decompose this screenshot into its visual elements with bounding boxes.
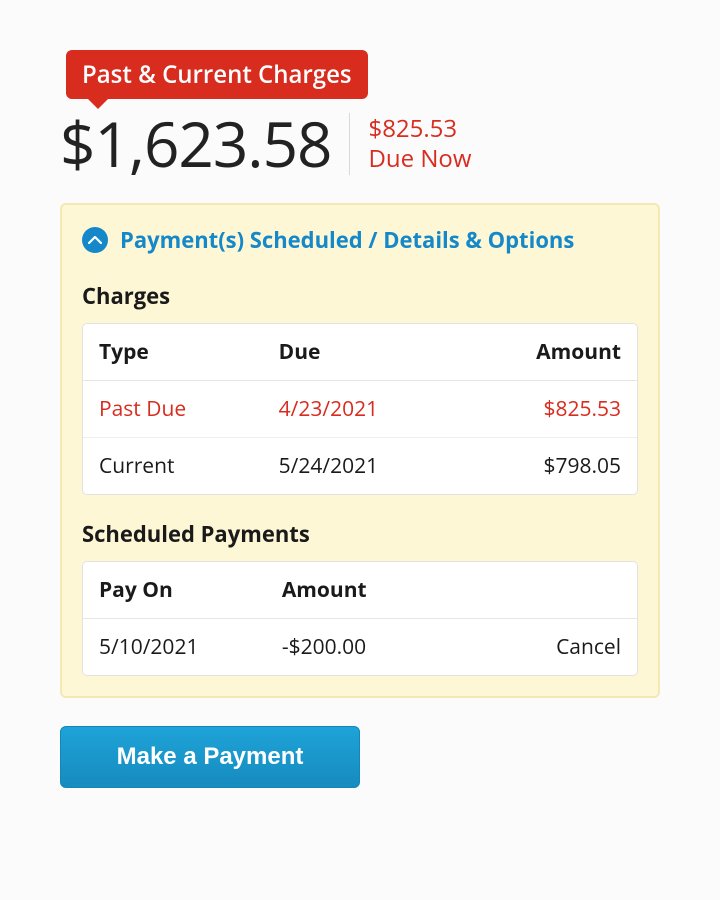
due-now-block: $825.53 Due Now — [368, 114, 471, 174]
charge-due: 4/23/2021 — [263, 381, 461, 438]
due-now-label: Due Now — [368, 144, 471, 174]
charge-type: Past Due — [83, 381, 263, 438]
charges-header-due: Due — [263, 324, 461, 381]
charges-badge-label: Past & Current Charges — [82, 58, 352, 91]
panel-title: Payment(s) Scheduled / Details & Options — [120, 225, 574, 255]
scheduled-header-blank — [499, 562, 638, 619]
charges-badge: Past & Current Charges — [66, 50, 368, 99]
charge-type: Current — [83, 438, 263, 494]
scheduled-header-payon: Pay On — [83, 562, 266, 619]
charges-title: Charges — [82, 281, 638, 311]
panel-header[interactable]: Payment(s) Scheduled / Details & Options — [82, 225, 638, 255]
scheduled-header-amount: Amount — [266, 562, 499, 619]
due-now-amount: $825.53 — [368, 114, 471, 144]
chevron-up-icon[interactable] — [82, 227, 108, 253]
make-payment-button[interactable]: Make a Payment — [60, 726, 360, 788]
charge-amount: $825.53 — [461, 381, 637, 438]
total-amount: $1,623.58 — [60, 113, 331, 175]
vertical-divider — [349, 113, 350, 175]
charges-header-row: Type Due Amount — [83, 324, 637, 381]
cancel-button[interactable]: Cancel — [499, 619, 638, 675]
charges-header-type: Type — [83, 324, 263, 381]
amount-row: $1,623.58 $825.53 Due Now — [60, 113, 660, 175]
details-panel: Payment(s) Scheduled / Details & Options… — [60, 203, 660, 698]
scheduled-payments-table: Pay On Amount 5/10/2021 -$200.00 Cancel — [82, 561, 638, 676]
charge-due: 5/24/2021 — [263, 438, 461, 494]
billing-summary: Past & Current Charges $1,623.58 $825.53… — [60, 50, 660, 788]
scheduled-header-row: Pay On Amount — [83, 562, 637, 619]
table-row: Current 5/24/2021 $798.05 — [83, 438, 637, 494]
charges-table: Type Due Amount Past Due 4/23/2021 $825.… — [82, 323, 638, 495]
scheduled-payon: 5/10/2021 — [83, 619, 266, 675]
charge-amount: $798.05 — [461, 438, 637, 494]
charges-header-amount: Amount — [461, 324, 637, 381]
scheduled-amount: -$200.00 — [266, 619, 499, 675]
table-row: Past Due 4/23/2021 $825.53 — [83, 381, 637, 438]
table-row: 5/10/2021 -$200.00 Cancel — [83, 619, 637, 675]
scheduled-payments-title: Scheduled Payments — [82, 519, 638, 549]
